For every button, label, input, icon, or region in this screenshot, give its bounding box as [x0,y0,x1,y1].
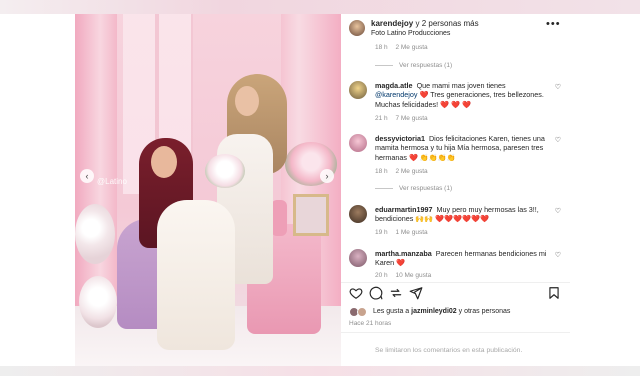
comment-meta: 20 h 10 Me gusta [375,272,437,279]
flowers-left-bottom [79,276,117,328]
comment-time: 18 h [375,168,388,175]
commenter-avatar[interactable] [349,134,367,152]
comment-meta: 18 h 2 Me gusta [375,44,434,51]
liker-username[interactable]: jazminleydi02 [411,308,457,315]
liker-avatar[interactable] [357,307,367,317]
seated-woman-dress [157,200,235,350]
commenter-avatar[interactable] [349,81,367,99]
comment-body: Que mami mas joven tienes [416,81,506,90]
view-replies-label[interactable]: Ver respuestas (1) [399,62,452,69]
commenter-username[interactable]: martha.manzaba [375,249,432,258]
comment-text: eduarmartin1997 Muy pero muy hermosas la… [375,205,547,224]
comment-icon[interactable] [369,286,383,300]
view-replies-button[interactable]: Ver respuestas (1) [375,185,452,192]
likes-prefix: Les gusta a [373,308,410,315]
comment-likes[interactable]: 2 Me gusta [395,44,427,51]
share-icon[interactable] [409,286,423,300]
comment-text: magda.atle Que mami mas joven tienes @ka… [375,81,547,109]
comment-time: 20 h [375,272,388,279]
chevron-left-icon: ‹ [85,171,89,181]
comment-text: dessyvictoria1 Dios felicitaciones Karen… [375,134,547,162]
standing-woman-face [235,86,259,116]
comment-time: 18 h [375,44,388,51]
comment-text: martha.manzaba Parecen hermanas bendicio… [375,249,547,268]
footer-divider [341,332,570,333]
post-header: karendejoy y 2 personas más Foto Latino … [341,14,570,44]
post-time: Hace 21 horas [349,320,392,327]
comment-meta: 19 h 1 Me gusta [375,229,434,236]
photo-watermark: @Latino [97,177,127,186]
next-photo-button[interactable]: › [320,169,334,183]
view-replies-label[interactable]: Ver respuestas (1) [399,185,452,192]
like-comment-heart-icon[interactable]: ♡ [555,207,561,215]
comment-likes[interactable]: 7 Me gusta [395,115,427,122]
like-comment-heart-icon[interactable]: ♡ [555,251,561,259]
like-comment-heart-icon[interactable]: ♡ [555,136,561,144]
comment-likes[interactable]: 10 Me gusta [395,272,431,279]
replies-divider [375,64,393,66]
comment-mention[interactable]: @karendejoy [375,90,417,99]
picture-frame [293,194,329,236]
bottom-background-strip [0,366,640,376]
post-sidebar: karendejoy y 2 personas más Foto Latino … [341,14,570,366]
bookmark-icon[interactable] [547,286,561,300]
bouquet [205,154,245,188]
post-subtitle: Foto Latino Producciones [371,30,451,37]
seated-woman-face [151,146,177,178]
comment-meta: 21 h 7 Me gusta [375,115,434,122]
more-options-icon[interactable]: ••• [546,18,561,30]
comment-time: 21 h [375,115,388,122]
likes-summary: Les gusta a jazminleydi02 y otras person… [349,307,561,319]
commenter-username[interactable]: eduarmartin1997 [375,205,433,214]
comment-likes[interactable]: 1 Me gusta [395,229,427,236]
heart-icon[interactable] [349,286,363,300]
top-background-strip [0,0,640,14]
repost-icon[interactable] [389,286,403,300]
comments-limited-notice: Se limitaron los comentarios en esta pub… [375,347,523,354]
view-replies-button[interactable]: Ver respuestas (1) [375,62,452,69]
coauthors-text[interactable]: y 2 personas más [415,19,478,28]
author-username[interactable]: karendejoy [371,19,413,28]
post-actions [349,286,561,302]
commenter-avatar[interactable] [349,205,367,223]
post-photo[interactable]: @Latino [75,14,341,366]
vase [271,200,287,236]
comment-time: 19 h [375,229,388,236]
like-comment-heart-icon[interactable]: ♡ [555,83,561,91]
actions-divider [341,282,570,283]
comment-likes[interactable]: 2 Me gusta [395,168,427,175]
likes-text: Les gusta a jazminleydi02 y otras person… [373,308,510,315]
previous-photo-button[interactable]: ‹ [80,169,94,183]
likes-suffix[interactable]: y otras personas [459,308,511,315]
commenter-avatar[interactable] [349,249,367,267]
chevron-right-icon: › [325,171,329,181]
replies-divider [375,187,393,189]
author-avatar[interactable] [349,20,365,36]
commenter-username[interactable]: magda.atle [375,81,413,90]
post-author[interactable]: karendejoy y 2 personas más [371,19,479,28]
commenter-username[interactable]: dessyvictoria1 [375,134,425,143]
comment-meta: 18 h 2 Me gusta [375,168,434,175]
flowers-left-top [75,204,115,264]
